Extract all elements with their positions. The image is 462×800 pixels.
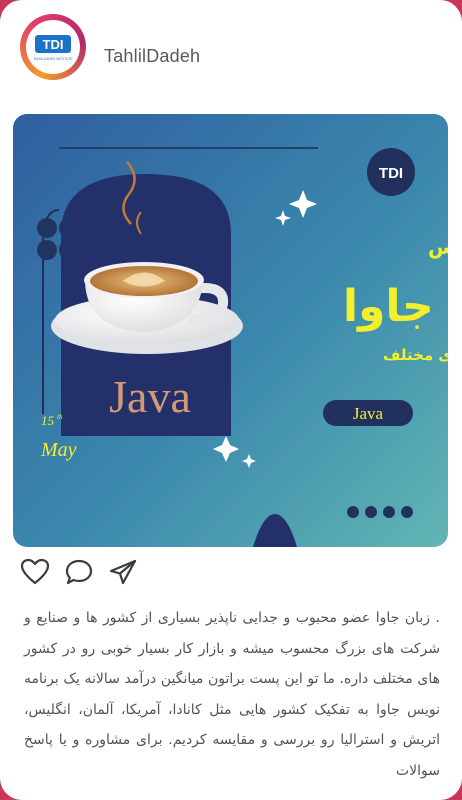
logo-text: TDI [43,37,64,52]
date-month: May [40,439,77,461]
share-button[interactable] [106,555,140,589]
instagram-icon [365,506,377,518]
send-icon [109,559,137,585]
tdi-logo-icon: TDI TAHLILDADEH INSTITUTE [33,35,73,61]
logo-subtext: TAHLILDADEH INSTITUTE [33,57,72,61]
facebook-icon [347,506,359,518]
headline-subtitle: در کشور های مختلف [383,346,448,364]
username[interactable]: TahlilDadeh [104,46,200,67]
headline-big-word: جاوا [343,281,434,332]
avatar[interactable]: TDI TAHLILDADEH INSTITUTE [20,14,86,80]
post-card: TDI TAHLILDADEH INSTITUTE TahlilDadeh Ja… [0,0,462,800]
java-badge-text: Java [353,404,384,423]
date-day: 15 [41,413,55,428]
post-header: TDI TAHLILDADEH INSTITUTE TahlilDadeh [0,0,462,100]
tdi-badge-text: TDI [379,165,403,182]
avatar-logo: TDI TAHLILDADEH INSTITUTE [26,20,80,74]
comment-icon [65,559,93,585]
java-cup-label: Java [109,371,191,422]
post-caption: . زبان جاوا عضو محبوب و جدایی ناپذیر بسی… [24,610,440,779]
heart-icon [20,558,50,585]
post-image[interactable]: Java 15 th May TDI درآمد برنامه نویس جاو… [13,114,448,547]
headline-title: درآمد برنامه نویس [428,234,448,259]
tiktok-icon [401,506,413,518]
java-salary-banner: Java 15 th May TDI درآمد برنامه نویس جاو… [13,114,448,547]
date-suffix: th [57,413,63,421]
post-actions [18,554,140,590]
comment-button[interactable] [62,555,96,589]
telegram-icon [383,506,395,518]
like-button[interactable] [18,555,52,589]
